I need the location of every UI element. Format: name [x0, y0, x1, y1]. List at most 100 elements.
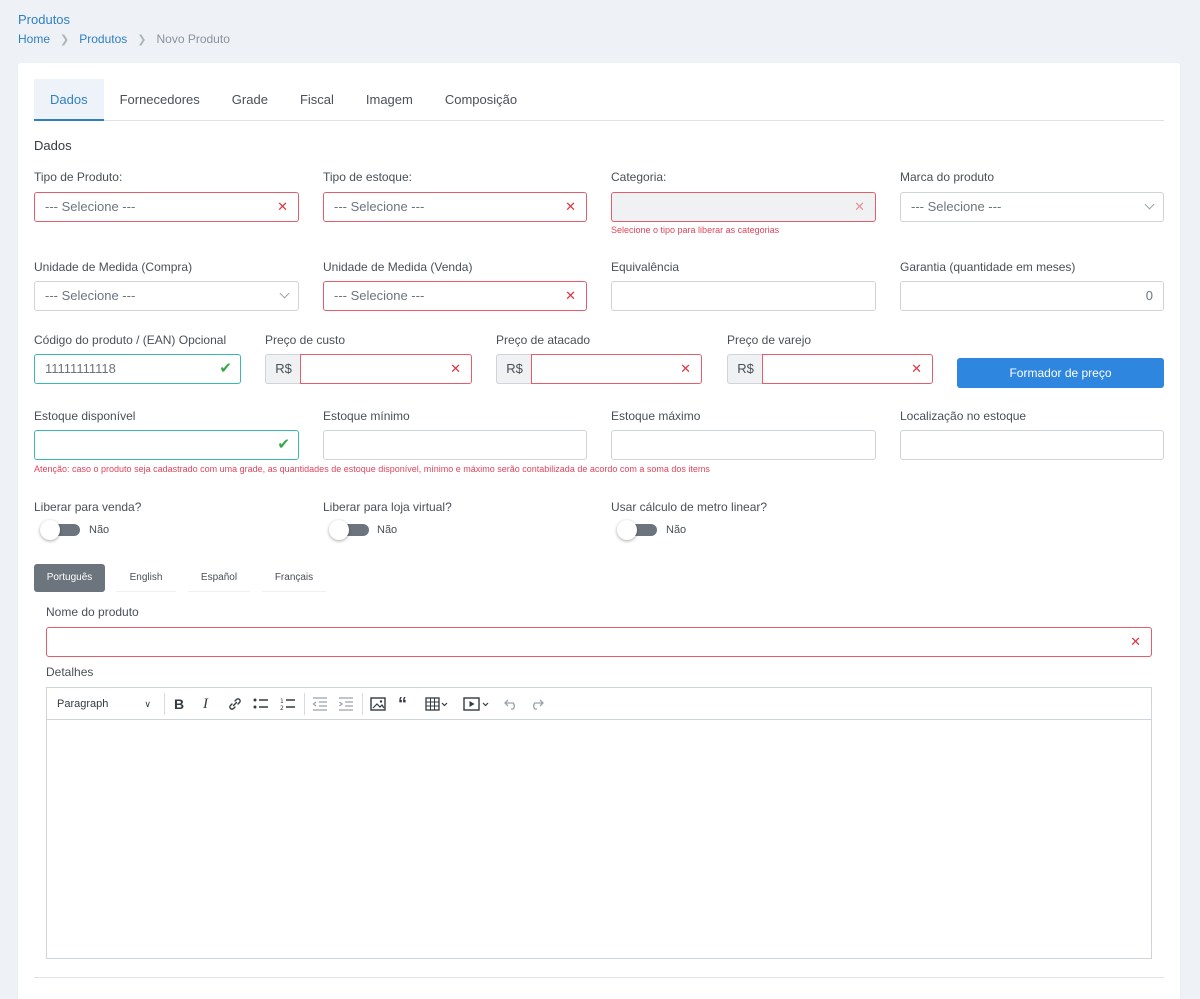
toolbar-divider [164, 693, 165, 715]
tab-dados[interactable]: Dados [34, 79, 104, 121]
garantia-label: Garantia (quantidade em meses) [900, 260, 1076, 274]
page-title: Produtos [18, 12, 71, 27]
tipo-estoque-label: Tipo de estoque: [323, 170, 412, 184]
error-x-icon: ✕ [911, 361, 922, 376]
tab-fiscal[interactable]: Fiscal [284, 79, 350, 121]
breadcrumb: Home ❯ Produtos ❯ Novo Produto [18, 32, 230, 46]
preco-custo-input[interactable]: ✕ [300, 354, 472, 384]
currency-prefix: R$ [496, 354, 532, 384]
divider [34, 977, 1164, 978]
check-icon: ✔ [277, 436, 290, 453]
block-format-dropdown[interactable]: Paragraph ∨ [57, 695, 151, 713]
block-format-value: Paragraph [57, 698, 109, 710]
estoque-minimo-input[interactable] [323, 430, 587, 460]
unidade-compra-label: Unidade de Medida (Compra) [34, 260, 193, 274]
chevron-right-icon: ❯ [60, 33, 70, 46]
numbered-list-icon[interactable]: 12 [280, 695, 296, 713]
estoque-disponivel-input[interactable]: ✔ [34, 430, 299, 460]
check-icon: ✔ [219, 360, 232, 377]
bold-icon[interactable]: B [174, 695, 184, 713]
lang-tab-portugues[interactable]: Português [34, 564, 105, 592]
editor-content-area[interactable] [47, 720, 1151, 958]
toolbar-divider [362, 693, 363, 715]
svg-text:2: 2 [280, 705, 284, 711]
error-x-icon: ✕ [565, 199, 576, 214]
estoque-maximo-label: Estoque máximo [611, 409, 701, 423]
toggle-metro-state: Não [666, 524, 687, 536]
toggle-loja-switch[interactable] [329, 520, 369, 540]
tab-imagem[interactable]: Imagem [350, 79, 429, 121]
undo-icon[interactable] [503, 695, 519, 713]
estoque-warning: Atenção: caso o produto seja cadastrado … [34, 464, 710, 474]
link-icon[interactable] [227, 695, 243, 713]
lang-tab-espanol[interactable]: Español [188, 564, 250, 592]
estoque-disponivel-label: Estoque disponível [34, 409, 136, 423]
error-x-icon: ✕ [450, 361, 461, 376]
product-form-card: Dados Fornecedores Grade Fiscal Imagem C… [18, 63, 1180, 999]
tipo-produto-value: --- Selecione --- [45, 199, 136, 214]
formador-preco-button[interactable]: Formador de preço [957, 358, 1164, 388]
preco-atacado-input[interactable]: ✕ [531, 354, 702, 384]
indent-icon[interactable] [338, 695, 354, 713]
marca-select[interactable]: --- Selecione --- [900, 192, 1164, 222]
codigo-value: 11111111118 [45, 361, 116, 376]
error-x-icon: ✕ [1130, 634, 1141, 649]
lang-tab-english[interactable]: English [116, 564, 176, 592]
lang-tab-francais[interactable]: Français [262, 564, 326, 592]
marca-label: Marca do produto [900, 170, 995, 184]
error-x-icon: ✕ [565, 288, 576, 303]
tab-fornecedores[interactable]: Fornecedores [104, 79, 216, 121]
currency-prefix: R$ [727, 354, 763, 384]
image-icon[interactable] [370, 695, 386, 713]
equivalencia-label: Equivalência [611, 260, 680, 274]
toggle-metro-label: Usar cálculo de metro linear? [611, 500, 768, 514]
tipo-produto-select[interactable]: --- Selecione --- ✕ [34, 192, 299, 222]
table-icon[interactable] [425, 695, 449, 713]
unidade-compra-select[interactable]: --- Selecione --- [34, 281, 299, 311]
unidade-compra-value: --- Selecione --- [45, 288, 136, 303]
breadcrumb-home[interactable]: Home [18, 32, 50, 46]
chevron-down-icon: ∨ [144, 698, 151, 709]
detalhes-editor: Paragraph ∨ B I 12 “ [46, 687, 1152, 959]
toggle-metro-switch[interactable] [617, 520, 657, 540]
toggle-venda-state: Não [89, 524, 110, 536]
toggle-venda-switch[interactable] [40, 520, 80, 540]
currency-prefix: R$ [265, 354, 301, 384]
preco-varejo-input[interactable]: ✕ [762, 354, 933, 384]
localizacao-label: Localização no estoque [900, 409, 1027, 423]
tab-grade[interactable]: Grade [216, 79, 284, 121]
redo-icon[interactable] [529, 695, 545, 713]
chevron-right-icon: ❯ [137, 33, 147, 46]
toggle-venda-label: Liberar para venda? [34, 500, 142, 514]
unidade-venda-label: Unidade de Medida (Venda) [323, 260, 473, 274]
media-embed-icon[interactable] [463, 695, 493, 713]
bulleted-list-icon[interactable] [253, 695, 269, 713]
unidade-venda-select[interactable]: --- Selecione --- ✕ [323, 281, 587, 311]
preco-custo-label: Preço de custo [265, 333, 346, 347]
italic-icon[interactable]: I [203, 695, 208, 713]
switch-knob [40, 520, 60, 540]
tipo-produto-label: Tipo de Produto: [34, 170, 123, 184]
localizacao-input[interactable] [900, 430, 1164, 460]
categoria-hint: Selecione o tipo para liberar as categor… [611, 225, 780, 235]
tipo-estoque-select[interactable]: --- Selecione --- ✕ [323, 192, 587, 222]
codigo-input[interactable]: 11111111118 ✔ [34, 354, 241, 384]
estoque-minimo-label: Estoque mínimo [323, 409, 410, 423]
breadcrumb-current: Novo Produto [156, 32, 230, 46]
categoria-select: ✕ [611, 192, 876, 222]
garantia-input[interactable]: 0 [900, 281, 1164, 311]
blockquote-icon[interactable]: “ [398, 694, 407, 714]
estoque-maximo-input[interactable] [611, 430, 876, 460]
svg-text:1: 1 [280, 698, 284, 705]
equivalencia-input[interactable] [611, 281, 876, 311]
toolbar-divider [304, 693, 305, 715]
error-x-icon: ✕ [854, 199, 865, 214]
editor-toolbar: Paragraph ∨ B I 12 “ [47, 688, 1151, 720]
breadcrumb-produtos[interactable]: Produtos [79, 32, 127, 46]
nome-produto-input[interactable]: ✕ [46, 627, 1152, 657]
toggle-loja-state: Não [377, 524, 398, 536]
outdent-icon[interactable] [312, 695, 328, 713]
tab-composicao[interactable]: Composição [429, 79, 533, 121]
nome-produto-label: Nome do produto [46, 605, 139, 619]
switch-knob [329, 520, 349, 540]
